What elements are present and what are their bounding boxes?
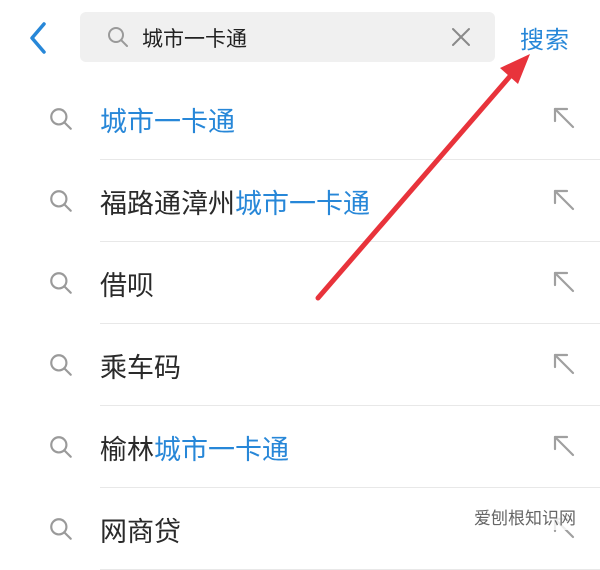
search-icon bbox=[50, 272, 72, 294]
search-icon bbox=[50, 108, 72, 130]
suggestion-text: 乘车码 bbox=[100, 353, 181, 384]
suggestion-highlight: 城市一卡通 bbox=[235, 189, 370, 220]
suggestion-label: 城市一卡通 bbox=[100, 100, 235, 139]
suggestion-label: 榆林城市一卡通 bbox=[100, 428, 289, 467]
suggestion-highlight: 城市一卡通 bbox=[154, 435, 289, 466]
back-button[interactable] bbox=[22, 18, 58, 58]
search-box[interactable] bbox=[80, 12, 495, 62]
suggestion-item[interactable]: 榆林城市一卡通 bbox=[0, 406, 600, 488]
chevron-left-icon bbox=[30, 22, 46, 54]
suggestion-text: 福路通漳州 bbox=[100, 189, 235, 220]
watermark: 爱刨根知识网 bbox=[470, 503, 580, 530]
search-icon bbox=[50, 518, 72, 540]
arrow-up-left-icon[interactable] bbox=[550, 104, 578, 132]
search-button[interactable]: 搜索 bbox=[520, 20, 570, 55]
suggestion-label: 乘车码 bbox=[100, 346, 181, 385]
suggestion-item[interactable]: 福路通漳州城市一卡通 bbox=[0, 160, 600, 242]
arrow-up-left-icon[interactable] bbox=[550, 350, 578, 378]
suggestion-label: 借呗 bbox=[100, 264, 154, 303]
arrow-up-left-icon[interactable] bbox=[550, 268, 578, 296]
suggestion-text: 榆林 bbox=[100, 435, 154, 466]
suggestion-text: 借呗 bbox=[100, 271, 154, 302]
search-icon bbox=[50, 190, 72, 212]
suggestion-list: 城市一卡通 福路通漳州城市一卡通 借呗 乘车码 榆林城市一卡通 网商贷 bbox=[0, 78, 600, 570]
arrow-up-left-icon[interactable] bbox=[550, 432, 578, 460]
search-icon bbox=[50, 354, 72, 376]
search-icon bbox=[50, 436, 72, 458]
suggestion-label: 福路通漳州城市一卡通 bbox=[100, 182, 370, 221]
close-icon[interactable] bbox=[449, 25, 473, 49]
suggestion-item[interactable]: 借呗 bbox=[0, 242, 600, 324]
search-input[interactable] bbox=[140, 20, 444, 56]
search-icon bbox=[108, 27, 128, 47]
suggestion-item[interactable]: 城市一卡通 bbox=[0, 78, 600, 160]
suggestion-item[interactable]: 乘车码 bbox=[0, 324, 600, 406]
suggestion-label: 网商贷 bbox=[100, 510, 181, 549]
suggestion-highlight: 城市一卡通 bbox=[100, 107, 235, 138]
arrow-up-left-icon[interactable] bbox=[550, 186, 578, 214]
search-header: 搜索 bbox=[0, 0, 600, 78]
